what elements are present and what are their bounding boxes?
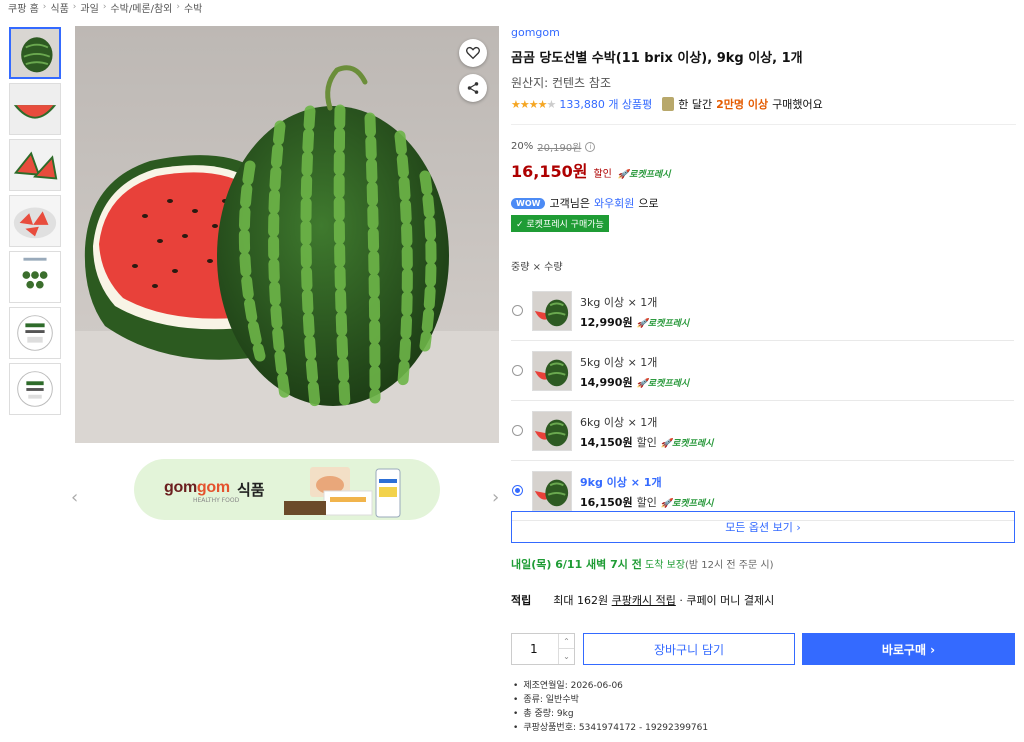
option-item[interactable]: 6kg 이상 × 1개 14,150원 할인 🚀로켓프레시 [511, 401, 1014, 461]
option-thumbnail [532, 291, 572, 331]
option-thumbnail [532, 351, 572, 391]
option-name: 5kg 이상 × 1개 [580, 356, 658, 369]
brand-link[interactable]: gomgom [511, 26, 1016, 39]
points-text: 최대 162원 쿠팡캐시 적립 · 쿠페이 머니 결제시 [553, 594, 775, 607]
option-name: 6kg 이상 × 1개 [580, 416, 658, 429]
chevron-up-icon[interactable]: ⌃ [558, 634, 574, 649]
rocket-fresh-badge: 🚀로켓프레시 [617, 170, 671, 180]
spec-item: 총 중량: 9kg [513, 707, 708, 721]
breadcrumb-food[interactable]: 식품 [50, 0, 68, 15]
product-title: 곰곰 당도선별 수박(11 brix 이상), 9kg 이상, 1개 [511, 51, 803, 66]
delivery-info: 내일(목) 6/11 새벽 7시 전 도착 보장(밤 12시 전 주문 시) [511, 556, 773, 572]
thumbnail-2[interactable] [9, 83, 61, 135]
banner-brand-sub: HEALTHY FOOD [193, 497, 240, 504]
thumbnail-5[interactable] [9, 251, 61, 303]
heart-icon[interactable] [459, 39, 487, 67]
banner-label: 식품 [237, 481, 265, 499]
origin-text: 원산지: 컨텐츠 참조 [511, 76, 611, 90]
breadcrumb: 쿠팡 홈 › 식품 › 과일 › 수박/메론/참외 › 수박 [8, 0, 202, 15]
original-price: 20,190원 [537, 143, 582, 154]
option-name: 3kg 이상 × 1개 [580, 296, 658, 309]
share-icon[interactable] [459, 74, 487, 102]
discount-row: 20% 20,190원 i [511, 139, 1016, 154]
quantity-value[interactable]: 1 [530, 642, 538, 656]
purchase-suffix: 구매했어요 [772, 98, 823, 111]
brand-banner[interactable]: gomgom HEALTHY FOOD 식품 [134, 459, 440, 520]
buy-now-button[interactable]: 바로구매 › [802, 633, 1015, 665]
option-radio[interactable] [512, 365, 523, 376]
rocket-fresh-badge: 🚀로켓프레시 [660, 439, 714, 449]
option-item[interactable]: 3kg 이상 × 1개 12,990원 🚀로켓프레시 [511, 281, 1014, 341]
points-label: 적립 [511, 594, 532, 607]
delivery-note: (밤 12시 전 주문 시) [685, 560, 774, 571]
coupang-cash-link[interactable]: 쿠팡캐시 적립 [612, 594, 676, 607]
wow-row: WOW 고객님은 와우회원 으로 [511, 195, 1016, 211]
chevron-down-icon[interactable]: ⌄ [558, 649, 574, 664]
banner-next-arrow-icon[interactable]: › [492, 487, 499, 508]
breadcrumb-home[interactable]: 쿠팡 홈 [8, 0, 39, 15]
banner-brand-logo: gomgom [164, 479, 230, 496]
spec-item: 제조연월일: 2026-06-06 [513, 679, 708, 693]
option-price-row: 14,150원 할인 🚀로켓프레시 [580, 436, 714, 449]
chevron-right-icon: › [102, 2, 107, 12]
breadcrumb-melon[interactable]: 수박/메론/참외 [110, 0, 172, 15]
options-header: 중량 × 수량 [511, 262, 563, 273]
add-to-cart-button[interactable]: 장바구니 담기 [583, 633, 795, 665]
option-radio[interactable] [512, 485, 523, 496]
main-product-image[interactable] [75, 26, 499, 443]
option-price-row: 12,990원 🚀로켓프레시 [580, 316, 690, 329]
option-name: 9kg 이상 × 1개 [580, 476, 662, 489]
points-row: 적립 최대 162원 쿠팡캐시 적립 · 쿠페이 머니 결제시 [511, 592, 774, 608]
option-radio[interactable] [512, 425, 523, 436]
rocket-fresh-badge: 🚀로켓프레시 [660, 499, 714, 509]
thumbnail-3[interactable] [9, 139, 61, 191]
option-list: 3kg 이상 × 1개 12,990원 🚀로켓프레시 5kg 이상 × 1개 14… [511, 281, 1014, 521]
discount-rate: 20% [511, 141, 534, 152]
purchase-highlight: 2만명 이상 [716, 98, 769, 111]
info-icon[interactable]: i [585, 141, 596, 152]
spec-item: 쿠팡상품번호: 5341974172 - 19292399761 [513, 721, 708, 735]
option-thumbnail [532, 471, 572, 511]
chevron-right-icon: › [72, 2, 77, 12]
shopping-bag-icon [662, 97, 675, 111]
sale-price: 16,150원 [511, 162, 588, 181]
thumbnail-list [9, 27, 63, 419]
option-item[interactable]: 5kg 이상 × 1개 14,990원 🚀로켓프레시 [511, 341, 1014, 401]
wow-member-link[interactable]: 와우회원 [594, 195, 634, 211]
option-radio[interactable] [512, 305, 523, 316]
wow-prefix: 고객님은 [549, 197, 590, 210]
quantity-stepper[interactable]: 1 ⌃ ⌄ [511, 633, 575, 665]
breadcrumb-watermelon[interactable]: 수박 [184, 0, 202, 15]
all-options-button[interactable]: 모든 옵션 보기 › [511, 511, 1015, 543]
thumbnail-7[interactable] [9, 363, 61, 415]
option-thumbnail [532, 411, 572, 451]
breadcrumb-fruit[interactable]: 과일 [80, 0, 98, 15]
option-price-row: 16,150원 할인 🚀로켓프레시 [580, 496, 714, 509]
thumbnail-4[interactable] [9, 195, 61, 247]
chevron-right-icon: › [42, 2, 47, 12]
rating-row: ★★★★★ 133,880 개 상품평 한 달간 2만명 이상 구매했어요 [511, 96, 1016, 112]
purchase-prefix: 한 달간 [678, 98, 713, 111]
sale-price-row: 16,150원 할인 🚀로켓프레시 [511, 158, 1016, 182]
divider [511, 124, 1016, 125]
wow-badge: WOW [511, 197, 546, 209]
product-info: gomgom 곰곰 당도선별 수박(11 brix 이상), 9kg 이상, 1… [511, 26, 1016, 521]
rocket-fresh-badge: 🚀로켓프레시 [636, 379, 690, 389]
delivery-arrive: 도착 보장 [645, 560, 686, 571]
delivery-date: 내일(목) 6/11 새벽 7시 전 [511, 558, 642, 571]
spec-list: 제조연월일: 2026-06-06 종류: 일반수박 총 중량: 9kg 쿠팡상… [513, 679, 708, 735]
thumbnail-1[interactable] [9, 27, 61, 79]
option-price-row: 14,990원 🚀로켓프레시 [580, 376, 690, 389]
fresh-available-badge: ✓ 로켓프레시 구매가능 [511, 215, 609, 232]
spec-item: 종류: 일반수박 [513, 693, 708, 707]
wow-suffix: 으로 [638, 197, 659, 210]
review-count-link[interactable]: 133,880 개 상품평 [559, 96, 652, 112]
banner-products-image [284, 467, 401, 518]
thumbnail-6[interactable] [9, 307, 61, 359]
rating-stars: ★★★★★ [511, 97, 556, 111]
chevron-right-icon: › [176, 2, 180, 12]
rocket-fresh-badge: 🚀로켓프레시 [636, 319, 690, 329]
discount-label: 할인 [593, 169, 612, 180]
banner-prev-arrow-icon[interactable]: ‹ [71, 487, 78, 508]
